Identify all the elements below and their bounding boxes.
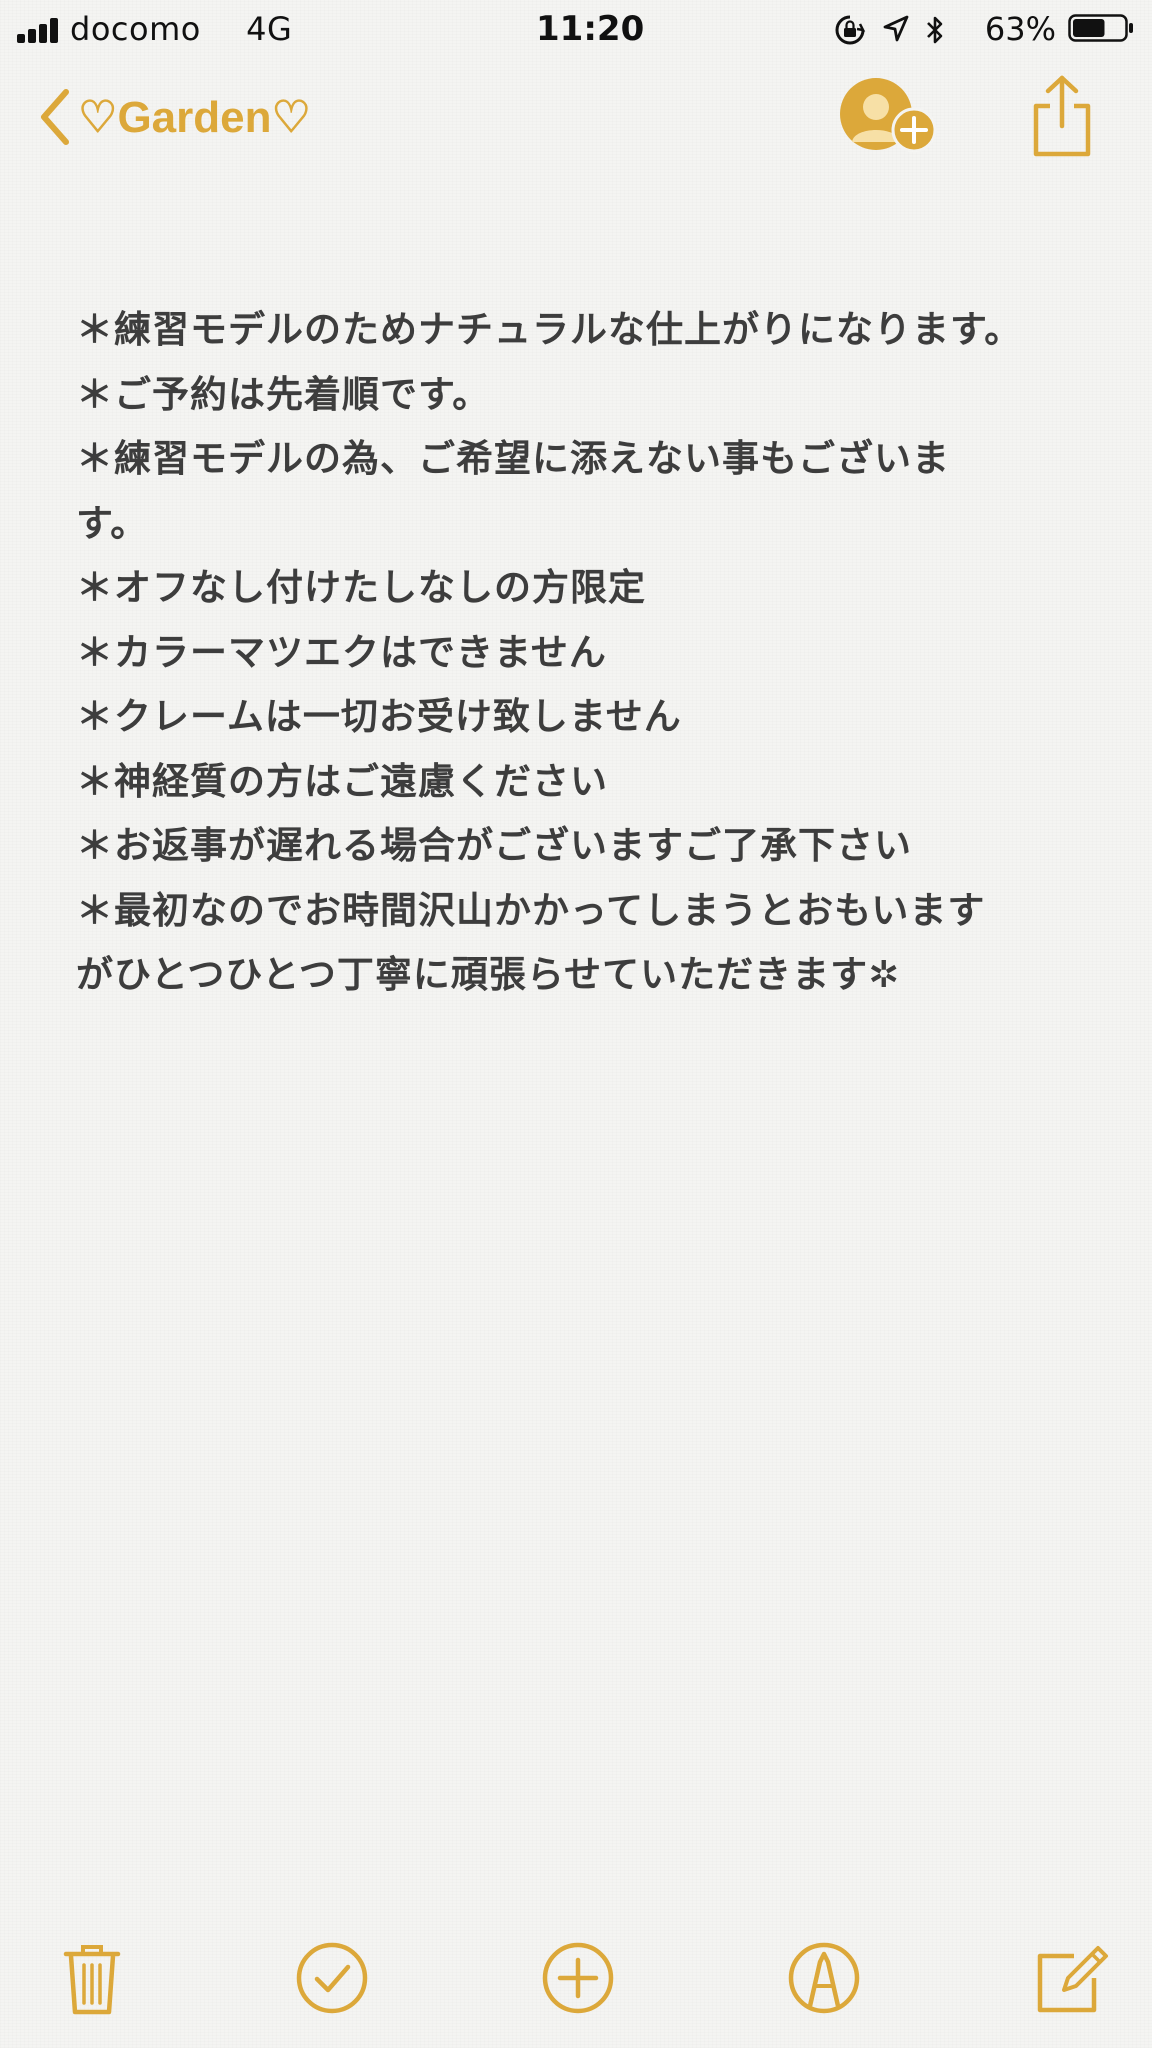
battery-icon (1068, 14, 1133, 42)
add-button[interactable] (540, 1940, 616, 2020)
checklist-icon (296, 1942, 368, 2014)
add-person-button[interactable] (836, 76, 940, 164)
markup-button[interactable] (786, 1940, 862, 2020)
status-right-group: 63% (834, 8, 1134, 48)
note-line: ＊オフなし付けたしなしの方限定 (76, 566, 646, 609)
note-line: ＊練習モデルの為、ご希望に添えない事もございま (76, 437, 950, 480)
carrier-name: docomo (70, 10, 201, 48)
note-body[interactable]: ＊練習モデルのためナチュラルな仕上がりになります。 ＊ご予約は先着順です。 ＊練… (76, 298, 1056, 1008)
bluetooth-icon (927, 16, 943, 44)
compose-icon (1037, 1946, 1108, 2013)
note-line: ＊クレームは一切お受け致しません (76, 695, 682, 738)
back-button-label: ♡Garden♡ (78, 92, 311, 142)
back-button[interactable]: ♡Garden♡ (38, 84, 311, 150)
trash-icon (63, 1945, 121, 2015)
share-icon (1033, 75, 1091, 157)
markup-icon (788, 1942, 860, 2014)
add-icon (542, 1942, 614, 2014)
checklist-button[interactable] (294, 1940, 370, 2020)
share-button[interactable] (1030, 74, 1094, 162)
note-line: ＊最初なのでお時間沢山かかってしまうとおもいます (76, 888, 986, 932)
note-line: ＊ご予約は先着順です。 (76, 372, 491, 416)
compose-button[interactable] (1036, 1940, 1110, 2020)
network-type: 4G (246, 10, 293, 48)
carrier-label: docomo 4G (70, 10, 292, 48)
status-time: 11:20 (536, 9, 645, 49)
note-line: ＊練習モデルのためナチュラルな仕上がりになります。 (76, 308, 1023, 351)
note-line: がひとつひとつ丁寧に頑張らせていただきます✲ (76, 953, 901, 996)
add-person-icon (840, 78, 937, 153)
chevron-left-icon (41, 89, 69, 145)
delete-button[interactable] (62, 1940, 122, 2020)
note-line: ＊カラーマツエクはできません (76, 630, 607, 674)
note-line: ＊神経質の方はご遠慮ください (76, 759, 608, 803)
battery-percent: 63% (984, 10, 1056, 48)
status-bar: docomo 4G 11:20 63% (0, 0, 1152, 58)
rotation-lock-icon (835, 15, 866, 45)
location-icon (883, 15, 909, 42)
note-line: す。 (76, 501, 149, 545)
bottom-toolbar (0, 1940, 1152, 2030)
signal-icon (17, 17, 61, 43)
note-line: ＊お返事が遅れる場合がございますご了承下さい (76, 824, 912, 867)
